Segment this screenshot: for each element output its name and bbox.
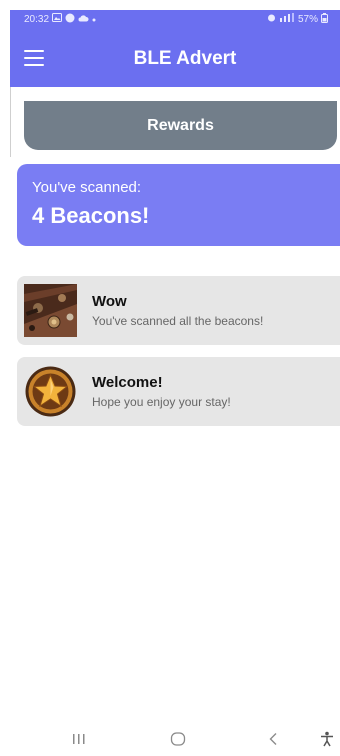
gallery-icon: [52, 13, 63, 25]
app-bar: BLE Advert: [10, 28, 340, 87]
status-left: 20:32: [24, 13, 96, 26]
reward-title: Welcome!: [92, 374, 163, 391]
reward-subtitle: Hope you enjoy your stay!: [92, 395, 231, 409]
status-bar: 20:32 57%: [10, 10, 340, 28]
battery-icon: [321, 12, 328, 26]
status-time: 20:32: [24, 13, 50, 25]
scan-summary-card: You've scanned: 4 Beacons!: [17, 164, 340, 246]
reward-title: Wow: [92, 293, 127, 310]
accessibility-icon[interactable]: [312, 726, 340, 752]
message-icon: [65, 13, 75, 26]
star-medal-icon: [24, 365, 77, 418]
dot-icon: [92, 14, 96, 25]
reward-item-wow[interactable]: Wow You've scanned all the beacons!: [17, 276, 340, 345]
home-icon[interactable]: [163, 726, 193, 752]
system-nav-bar: [0, 722, 340, 756]
scan-count: 4 Beacons!: [32, 203, 150, 228]
battery-percent: 57%: [297, 13, 318, 25]
cloud-icon: [78, 14, 89, 25]
scan-label: You've scanned:: [32, 179, 142, 196]
signal-icon: [279, 13, 295, 25]
alarm-icon: [267, 13, 276, 25]
board-game-icon: [24, 284, 77, 337]
back-icon[interactable]: [258, 726, 288, 752]
recent-apps-icon[interactable]: [64, 726, 94, 752]
tab-rewards-label: Rewards: [147, 116, 214, 134]
reward-item-welcome[interactable]: Welcome! Hope you enjoy your stay!: [17, 357, 340, 426]
tab-rewards[interactable]: Rewards: [24, 101, 337, 150]
reward-subtitle: You've scanned all the beacons!: [92, 314, 264, 328]
app-title: BLE Advert: [133, 48, 237, 69]
status-right: 57%: [267, 12, 328, 26]
drawer-edge: [10, 87, 11, 157]
